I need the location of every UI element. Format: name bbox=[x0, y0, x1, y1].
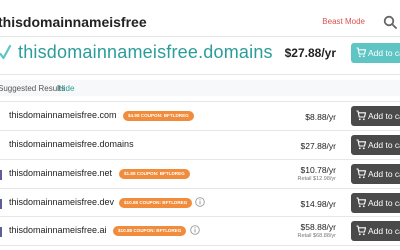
cart-icon bbox=[356, 168, 366, 179]
featured-result: thisdomainnameisfree.domains $27.88/yr A… bbox=[0, 40, 400, 68]
info-icon[interactable] bbox=[195, 197, 205, 207]
cart-icon bbox=[356, 47, 366, 58]
row-accent bbox=[0, 227, 2, 237]
list-item: thisdomainnameisfree.com $4.98 COUPON: B… bbox=[0, 102, 400, 130]
retail-price: Retail $12.98/yr bbox=[297, 176, 336, 182]
domain-name[interactable]: thisdomainnameisfree.ai bbox=[9, 225, 107, 235]
cart-icon bbox=[356, 110, 366, 121]
domain-name[interactable]: thisdomainnameisfree.com bbox=[9, 110, 117, 120]
suggested-results-title: Suggested Results bbox=[0, 84, 66, 93]
featured-add-to-cart-button[interactable]: Add to cart bbox=[351, 43, 400, 63]
domain-price: $14.98/yr bbox=[300, 199, 336, 209]
divider bbox=[0, 74, 400, 75]
cart-icon bbox=[356, 139, 366, 150]
domain-search-page: thisdomainnameisfree Beast Mode thisdoma… bbox=[0, 0, 400, 250]
add-to-cart-button[interactable]: Add to cart bbox=[351, 193, 400, 213]
check-icon bbox=[0, 44, 11, 60]
row-accent bbox=[0, 199, 2, 209]
cart-icon bbox=[356, 197, 366, 208]
domain-name[interactable]: thisdomainnameisfree.net bbox=[9, 168, 112, 178]
domain-price: $27.88/yr bbox=[300, 141, 336, 151]
featured-domain-name: thisdomainnameisfree.domains bbox=[18, 42, 273, 62]
list-item: thisdomainnameisfree.net $1.88 COUPON: B… bbox=[0, 160, 400, 188]
list-item: thisdomainnameisfree.dev $10.88 COUPON: … bbox=[0, 189, 400, 217]
add-to-cart-label: Add to cart bbox=[368, 140, 400, 150]
divider bbox=[0, 36, 400, 37]
coupon-badge: $10.88 COUPON: BFTLDREG bbox=[119, 198, 193, 208]
coupon-badge: $4.98 COUPON: BFTLDREG bbox=[123, 111, 194, 121]
add-to-cart-button[interactable]: Add to cart bbox=[351, 164, 400, 184]
add-to-cart-button[interactable]: Add to cart bbox=[351, 135, 400, 155]
search-icon[interactable] bbox=[383, 15, 397, 29]
hide-link[interactable]: Hide bbox=[58, 84, 74, 93]
add-to-cart-label: Add to cart bbox=[368, 226, 400, 236]
list-item: thisdomainnameisfree.ai $10.88 COUPON: B… bbox=[0, 217, 400, 245]
info-icon[interactable] bbox=[190, 225, 200, 235]
add-to-cart-button[interactable]: Add to cart bbox=[351, 106, 400, 126]
list-item: thisdomainnameisfree.domains $27.88/yr A… bbox=[0, 131, 400, 159]
add-to-cart-label: Add to cart bbox=[368, 198, 400, 208]
domain-price: $58.88/yr bbox=[300, 222, 336, 232]
add-to-cart-label: Add to cart bbox=[368, 111, 400, 121]
row-accent bbox=[0, 170, 2, 180]
featured-price: $27.88/yr bbox=[284, 46, 336, 60]
domain-name[interactable]: thisdomainnameisfree.dev bbox=[9, 197, 114, 207]
beast-mode-link[interactable]: Beast Mode bbox=[322, 17, 365, 26]
domain-price: $8.88/yr bbox=[305, 112, 336, 122]
add-to-cart-button[interactable]: Add to cart bbox=[351, 221, 400, 241]
coupon-badge: $10.88 COUPON: BFTLDREG bbox=[113, 226, 187, 236]
add-to-cart-label: Add to cart bbox=[368, 48, 400, 58]
suggested-results-header: Suggested Results Hide bbox=[0, 80, 400, 96]
divider bbox=[0, 245, 400, 246]
coupon-badge: $1.88 COUPON: BFTLDREG bbox=[119, 169, 190, 179]
domain-name[interactable]: thisdomainnameisfree.domains bbox=[9, 139, 134, 149]
domain-price: $10.78/yr bbox=[300, 165, 336, 175]
search-query-text[interactable]: thisdomainnameisfree bbox=[0, 14, 147, 30]
add-to-cart-label: Add to cart bbox=[368, 169, 400, 179]
search-bar: thisdomainnameisfree Beast Mode bbox=[0, 9, 400, 33]
cart-icon bbox=[356, 225, 366, 236]
retail-price: Retail $68.88/yr bbox=[297, 233, 336, 239]
